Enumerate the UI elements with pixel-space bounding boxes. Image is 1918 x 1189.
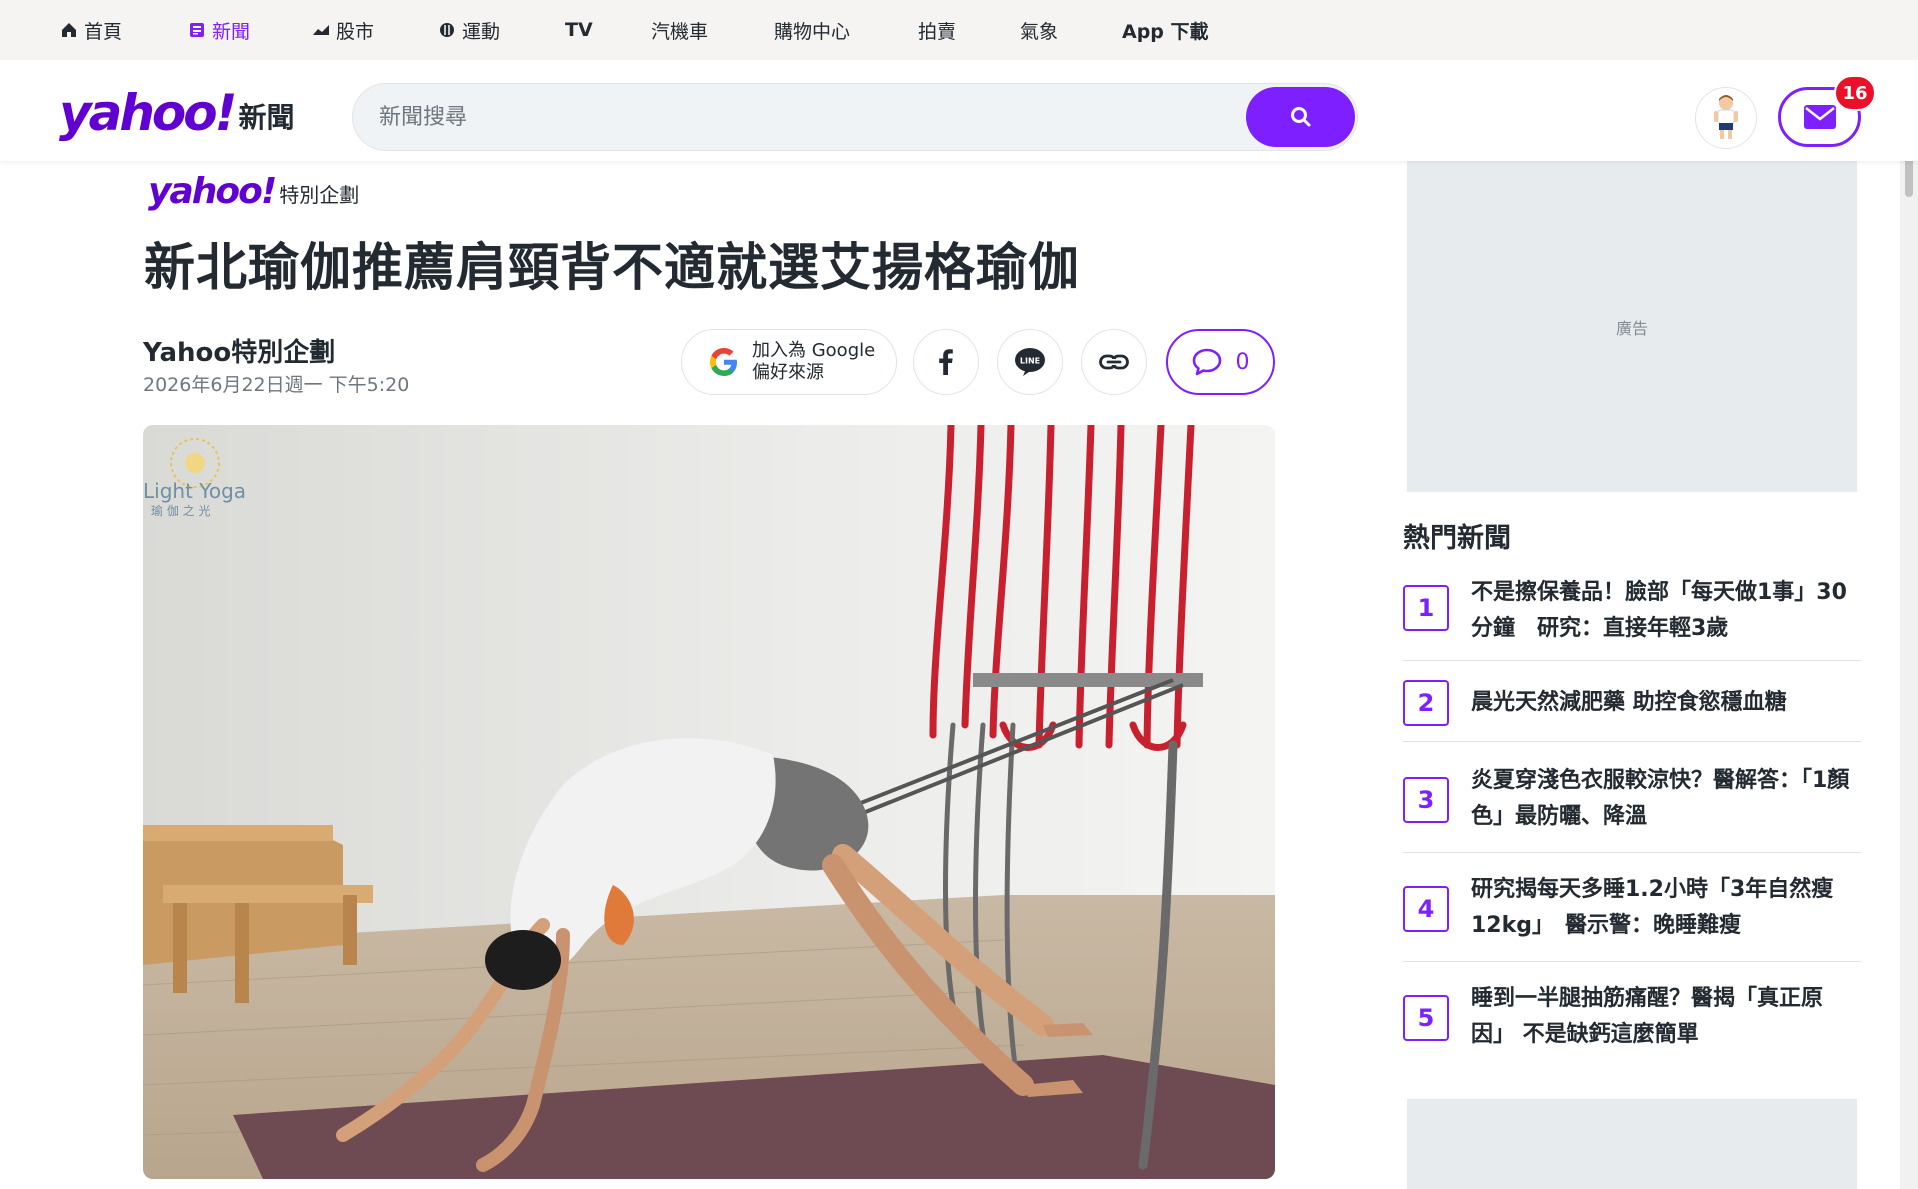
trending-divider: [1403, 741, 1861, 742]
nav-stocks-label: 股市: [336, 20, 375, 43]
nav-app-download[interactable]: App 下載: [1122, 0, 1209, 60]
search-icon: [1290, 107, 1310, 127]
nav-shopping-label: 購物中心: [774, 20, 851, 43]
nav-home-label: 首頁: [84, 20, 123, 43]
article-hero-image[interactable]: Light Yoga 瑜 伽 之 光: [143, 425, 1275, 1179]
article-title: 新北瑜伽推薦肩頸背不適就選艾揚格瑜伽: [144, 239, 1081, 298]
trending-item-2[interactable]: 2 晨光天然減肥藥 助控食慾穩血糖: [1403, 679, 1861, 759]
nav-news[interactable]: 新聞: [188, 0, 250, 60]
trending-divider: [1403, 852, 1861, 853]
trending-headline[interactable]: 睡到一半腿抽筋痛醒？醫揭「真正原因」 不是缺鈣這麼簡單: [1471, 981, 1861, 1053]
advertisement-slot-bottom[interactable]: [1407, 1099, 1857, 1189]
nav-tv-label: TV: [565, 19, 593, 41]
nav-auction[interactable]: 拍賣: [918, 0, 956, 60]
trending-rank: 5: [1403, 995, 1449, 1041]
trending-item-4[interactable]: 4 研究揭每天多睡1.2小時「3年自然瘦12kg」 醫示警：晚睡難瘦: [1403, 867, 1861, 967]
brand-sub-label: 特別企劃: [279, 183, 360, 207]
advertisement-slot[interactable]: 廣告: [1407, 161, 1857, 492]
ad-label: 廣告: [1615, 318, 1648, 338]
trending-rank: 4: [1403, 886, 1449, 932]
trending-headline[interactable]: 不是擦保養品！臉部「每天做1事」30分鐘 研究：直接年輕3歲: [1471, 575, 1861, 647]
user-avatar[interactable]: [1695, 87, 1757, 149]
svg-text:Light Yoga: Light Yoga: [143, 479, 246, 503]
trending-item-3[interactable]: 3 炎夏穿淺色衣服較涼快？醫解答：「1顏色」最防曬、降溫: [1403, 758, 1861, 858]
line-icon: LINE: [1015, 348, 1045, 376]
google-icon: [710, 348, 737, 376]
trending-rank: 1: [1403, 585, 1449, 631]
article-date: 2026年6月22日週一 下午5:20: [143, 374, 410, 396]
mail-count-badge: 16: [1834, 75, 1876, 111]
nav-sports[interactable]: 運動: [438, 0, 500, 60]
special-feature-brand: yahoo! 特別企劃: [148, 174, 359, 210]
trending-news-title: 熱門新聞: [1403, 523, 1511, 554]
trending-headline[interactable]: 炎夏穿淺色衣服較涼快？醫解答：「1顏色」最防曬、降溫: [1471, 763, 1861, 835]
avatar-figure-icon: [1714, 95, 1738, 139]
nav-weather[interactable]: 氣象: [1020, 0, 1058, 60]
svg-text:瑜 伽 之 光: 瑜 伽 之 光: [151, 503, 210, 518]
facebook-icon: [939, 349, 953, 375]
mail-icon: [1803, 105, 1836, 129]
trending-item-1[interactable]: 1 不是擦保養品！臉部「每天做1事」30分鐘 研究：直接年輕3歲: [1403, 575, 1861, 675]
share-facebook-button[interactable]: [913, 329, 979, 395]
search-input[interactable]: [379, 84, 1279, 150]
share-line-button[interactable]: LINE: [997, 329, 1063, 395]
nav-sports-label: 運動: [462, 20, 501, 43]
nav-news-label: 新聞: [212, 20, 251, 43]
trending-headline[interactable]: 晨光天然減肥藥 助控食慾穩血糖: [1471, 685, 1861, 721]
yahoo-wordmark: yahoo!: [59, 84, 237, 142]
nav-weather-label: 氣象: [1020, 20, 1059, 43]
logo-section-label: 新聞: [238, 101, 295, 134]
trending-rank: 3: [1403, 777, 1449, 823]
search-box: [352, 83, 1358, 151]
article-author[interactable]: Yahoo特別企劃: [143, 332, 335, 369]
nav-auction-label: 拍賣: [918, 20, 957, 43]
comment-icon: [1192, 348, 1221, 376]
news-icon: [190, 23, 204, 37]
add-google-preferred-source-button[interactable]: 加入為 Google 偏好來源: [681, 329, 897, 395]
google-button-line1: 加入為 Google: [752, 340, 876, 361]
search-button[interactable]: [1246, 87, 1355, 147]
google-button-text: 加入為 Google 偏好來源: [752, 340, 875, 384]
sports-icon: [440, 23, 454, 37]
yoga-photo: Light Yoga 瑜 伽 之 光: [143, 425, 1275, 1179]
nav-home[interactable]: 首頁: [60, 0, 122, 60]
nav-cars[interactable]: 汽機車: [651, 0, 708, 60]
page-scrollbar[interactable]: [1900, 60, 1918, 1189]
comment-count: 0: [1235, 349, 1250, 375]
top-navigation: 首頁 新聞 股市 運動 TV 汽機車 購物中心 拍賣 氣象 App 下載: [0, 0, 1918, 60]
trending-divider: [1403, 660, 1861, 661]
nav-tv[interactable]: TV: [565, 0, 593, 60]
home-icon: [62, 23, 76, 37]
trending-headline[interactable]: 研究揭每天多睡1.2小時「3年自然瘦12kg」 醫示警：晚睡難瘦: [1471, 872, 1861, 944]
yahoo-news-logo[interactable]: yahoo! 新聞: [59, 88, 294, 138]
nav-shopping[interactable]: 購物中心: [774, 0, 850, 60]
trending-item-5[interactable]: 5 睡到一半腿抽筋痛醒？醫揭「真正原因」 不是缺鈣這麼簡單: [1403, 976, 1861, 1076]
google-button-line2: 偏好來源: [752, 362, 824, 383]
svg-text:LINE: LINE: [1020, 357, 1040, 366]
trending-rank: 2: [1403, 680, 1449, 726]
link-icon: [1099, 354, 1129, 370]
comments-button[interactable]: 0: [1166, 329, 1275, 395]
nav-cars-label: 汽機車: [651, 20, 709, 43]
chart-icon: [313, 25, 329, 35]
copy-link-button[interactable]: [1081, 329, 1147, 395]
trending-divider: [1403, 961, 1861, 962]
nav-stocks[interactable]: 股市: [312, 0, 374, 60]
nav-app-download-label: App 下載: [1122, 20, 1209, 43]
brand-wordmark: yahoo!: [148, 171, 277, 212]
